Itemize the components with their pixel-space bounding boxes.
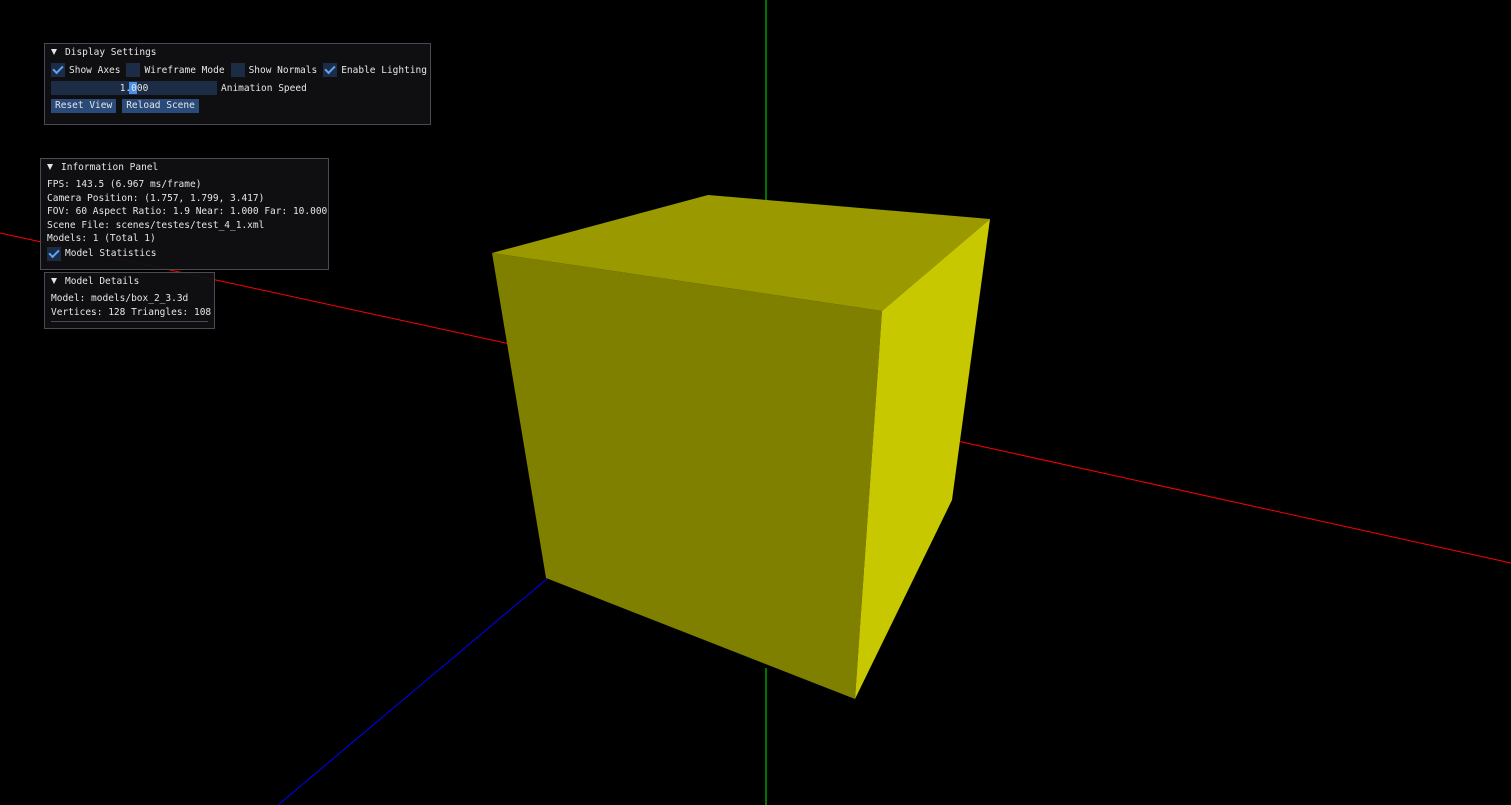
enable-lighting-box[interactable]: [323, 62, 338, 77]
information-panel-title: Information Panel: [61, 161, 159, 173]
enable-lighting-checkbox[interactable]: Enable Lighting: [323, 62, 427, 77]
fps-readout: FPS: 143.5 (6.967 ms/frame): [47, 179, 202, 190]
models-count-readout: Models: 1 (Total 1): [47, 233, 156, 245]
reset-view-button[interactable]: Reset View: [51, 99, 117, 113]
display-settings-title: Display Settings: [65, 46, 157, 58]
check-icon: [48, 246, 60, 259]
collapse-triangle-icon[interactable]: [51, 278, 57, 284]
animation-speed-value: 1.000: [119, 82, 149, 94]
model-statistics-checkbox[interactable]: Model Statistics: [47, 246, 157, 261]
animation-speed-label: Animation Speed: [221, 82, 307, 94]
display-settings-panel: Display Settings Show Axes Wireframe Mod…: [44, 43, 431, 125]
show-normals-box[interactable]: [230, 63, 245, 77]
model-statistics-label: Model Statistics: [65, 248, 157, 260]
information-panel-header[interactable]: Information Panel: [41, 159, 328, 174]
cube-front-face: [492, 253, 882, 699]
projection-readout: FOV: 60 Aspect Ratio: 1.9 Near: 1.000 Fa…: [47, 206, 328, 218]
model-counts-readout: Vertices: 128 Triangles: 108: [51, 306, 212, 318]
show-axes-label: Show Axes: [69, 64, 121, 76]
check-icon: [52, 62, 64, 75]
show-normals-label: Show Normals: [248, 64, 318, 76]
check-icon: [324, 62, 336, 75]
show-axes-checkbox[interactable]: Show Axes: [51, 62, 121, 77]
model-details-panel: Model Details Model: models/box_2_3.3d V…: [44, 272, 215, 329]
model-details-header[interactable]: Model Details: [45, 273, 214, 288]
wireframe-mode-box[interactable]: [126, 63, 141, 77]
collapse-triangle-icon[interactable]: [51, 49, 57, 55]
model-path-readout: Model: models/box_2_3.3d: [51, 293, 189, 304]
collapse-triangle-icon[interactable]: [47, 164, 53, 170]
wireframe-mode-checkbox[interactable]: Wireframe Mode: [126, 63, 225, 77]
display-settings-header[interactable]: Display Settings: [45, 44, 430, 59]
wireframe-mode-label: Wireframe Mode: [144, 64, 225, 76]
show-axes-box[interactable]: [51, 62, 65, 77]
separator-line: [51, 321, 208, 323]
camera-position-readout: Camera Position: (1.757, 1.799, 3.417): [47, 192, 265, 204]
x-axis-line-right: [929, 434, 1511, 564]
scene-file-readout: Scene File: scenes/testes/test_4_1.xml: [47, 219, 265, 231]
enable-lighting-label: Enable Lighting: [341, 64, 427, 76]
show-normals-checkbox[interactable]: Show Normals: [230, 63, 318, 77]
z-axis-line: [277, 577, 549, 805]
model-statistics-box[interactable]: [47, 246, 61, 261]
model-details-title: Model Details: [65, 275, 140, 287]
animation-speed-slider[interactable]: 1.000: [51, 81, 217, 95]
reload-scene-button[interactable]: Reload Scene: [122, 99, 199, 113]
information-panel: Information Panel FPS: 143.5 (6.967 ms/f…: [40, 158, 329, 270]
